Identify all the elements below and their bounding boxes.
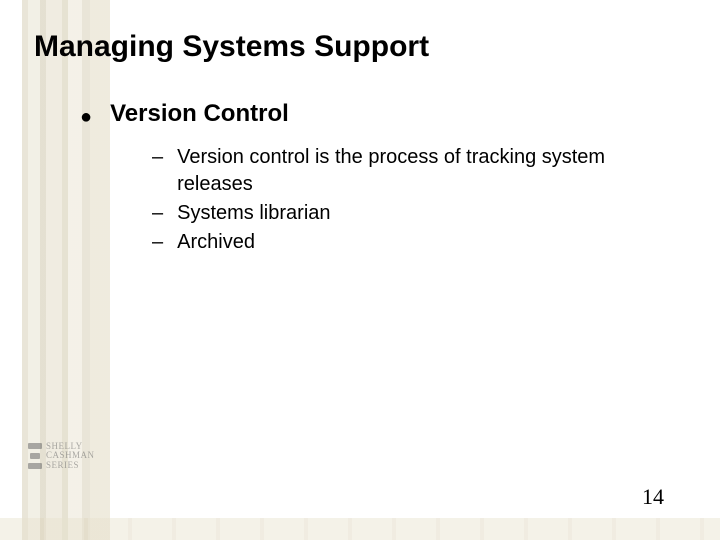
bullet-dot-icon: ● [80,107,92,127]
sub-bullet-text: Archived [177,229,255,256]
sub-bullet-item: – Version control is the process of trac… [152,144,650,198]
series-logo: Shelly Cashman Series [28,432,104,480]
decorative-bottom-strip [0,518,720,540]
sub-bullet-text: Systems librarian [177,200,330,227]
sub-bullet-list: – Version control is the process of trac… [152,144,650,256]
sub-bullet-item: – Archived [152,229,650,256]
bullet-item: ● Version Control [80,100,680,128]
sub-bullet-text: Version control is the process of tracki… [177,144,650,198]
dash-icon: – [152,200,163,227]
page-number: 14 [642,484,664,510]
sub-bullet-item: – Systems librarian [152,200,650,227]
bullet-label: Version Control [110,100,289,128]
slide-content: Managing Systems Support ● Version Contr… [0,0,720,256]
logo-text: Shelly Cashman Series [46,442,95,470]
logo-bars-icon [28,443,42,469]
dash-icon: – [152,144,163,171]
logo-line: Series [46,461,95,470]
slide-title: Managing Systems Support [34,30,680,64]
dash-icon: – [152,229,163,256]
